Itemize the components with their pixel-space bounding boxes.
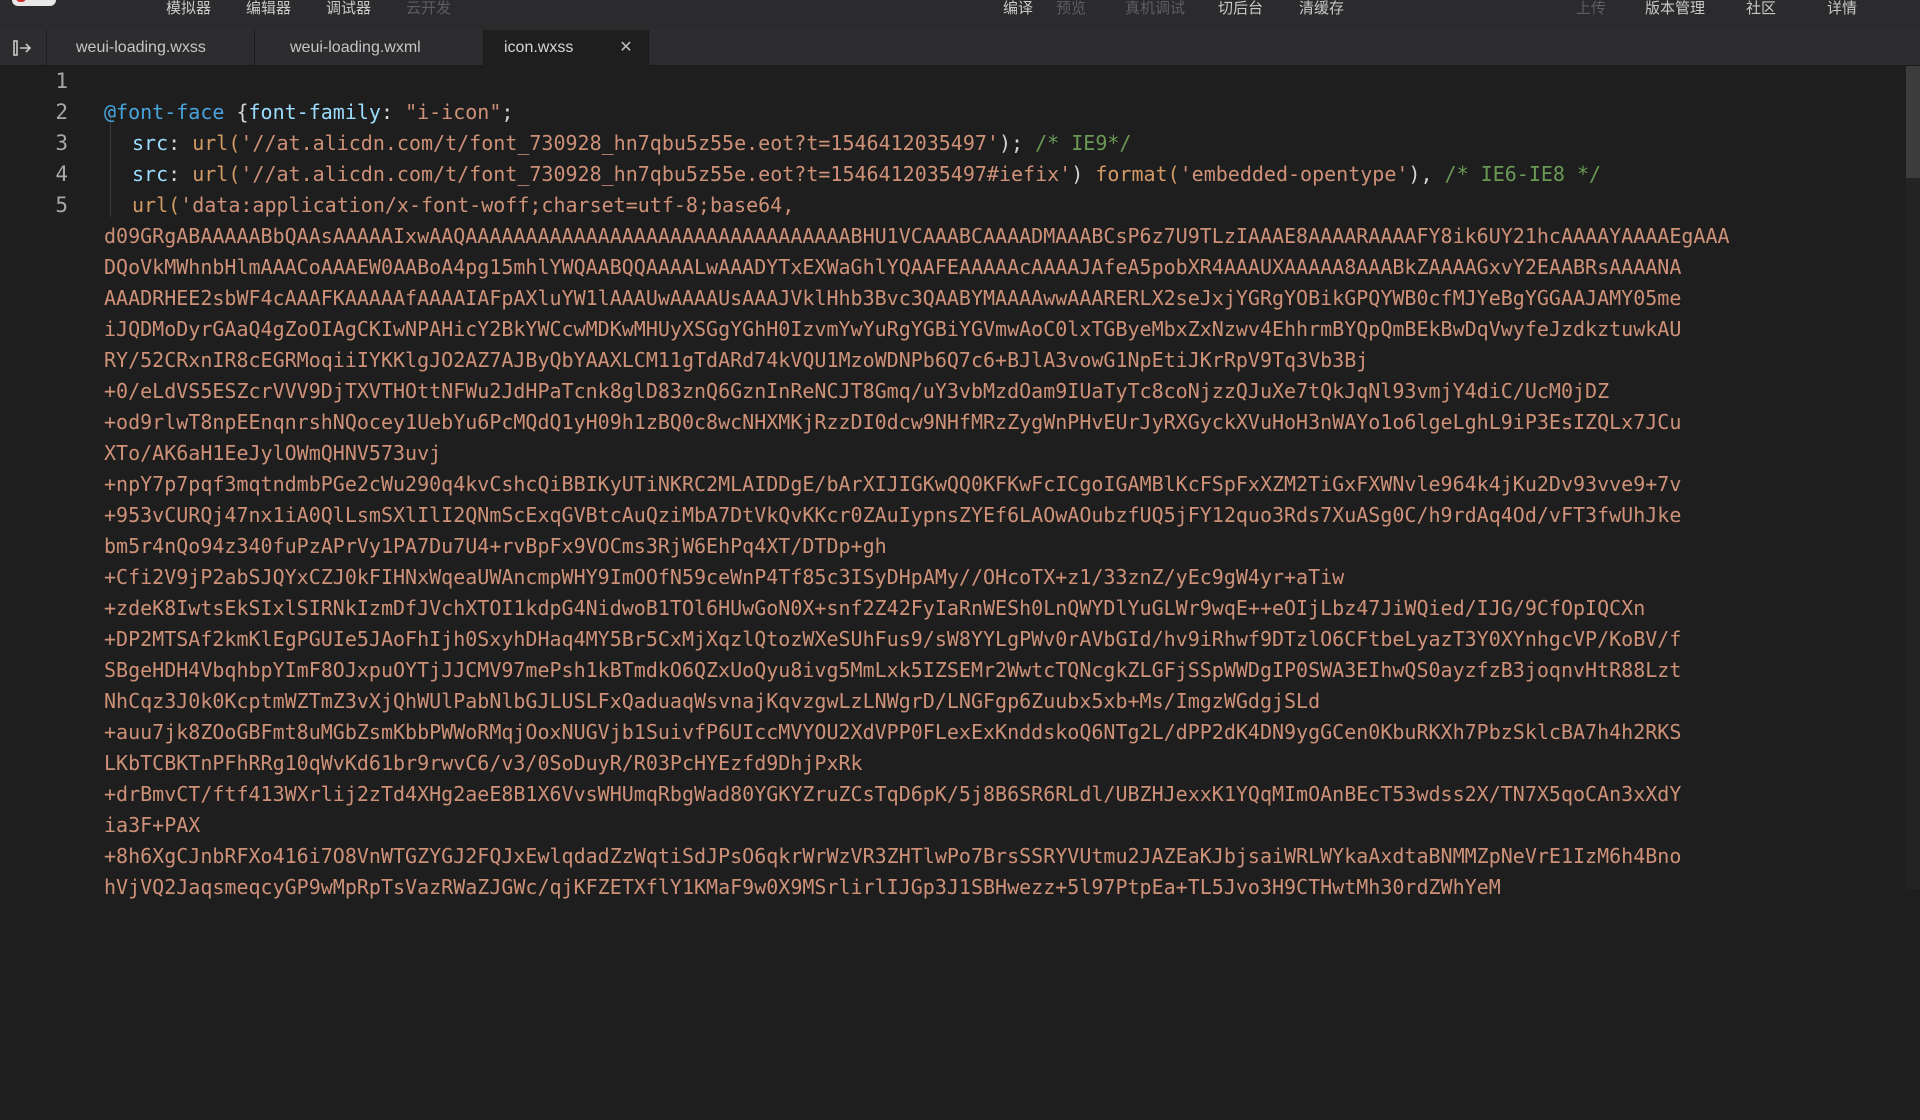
token-function: url( [192,131,241,155]
code-wrap-line: +drBmvCT/ftf413WXrlij2zTd4XHg2aeE8B1X6Vv… [104,782,1682,806]
close-icon: ✕ [619,39,633,56]
toolbar-community-button[interactable]: 社区 [1746,0,1776,18]
toolbar-preview-button[interactable]: 预览 [1056,0,1086,18]
token-colon: : [380,100,406,124]
tab-icon-wxss[interactable]: icon.wxss ✕ [484,30,648,66]
code-wrap-line: d09GRgABAAAAABbQAAsAAAAAIxwAAQAAAAAAAAAA… [104,224,1730,248]
tab-close-button[interactable]: ✕ [616,30,636,65]
code-line-2: @font-face {font-family: "i-icon"; [104,97,513,128]
code-line-4: src: url('//at.alicdn.com/t/font_730928_… [132,159,1601,190]
tab-label: icon.wxss [504,39,574,56]
token-function: url( [132,193,181,217]
toolbar-background-button[interactable]: 切后台 [1218,0,1263,18]
token-property: src [132,162,169,186]
code-content: @font-face {font-family: "i-icon"; src: … [104,66,1894,1120]
code-editor[interactable]: 1 2 3 4 5 @font-face {font-family: "i-ic… [0,66,1920,899]
code-wrap-line: +auu7jk8ZOoGBFmt8uMGbZsmKbbPWWoRMqjOoxNU… [104,720,1682,744]
code-wrap-line: hVjVQ2JaqsmeqcyGP9wMpRpTsVazRWaZJGWc/qjK… [104,875,1501,899]
tab-label: weui-loading.wxss [76,39,206,56]
line-number: 3 [55,131,68,155]
toolbar-device-debug-button[interactable]: 真机调试 [1125,0,1185,18]
token-string: 'embedded-opentype' [1179,162,1409,186]
toolbar-editor-button[interactable]: 编辑器 [246,0,291,18]
code-wrap-line: +953vCURQj47nx1iA0QlLsmSXlIlI2QNmScExqGV… [104,503,1682,527]
line-number: 2 [55,100,68,124]
scrollbar-thumb[interactable] [1906,66,1920,178]
token-string: '//at.alicdn.com/t/font_730928_hn7qbu5z5… [240,131,999,155]
toolbar-compile-button[interactable]: 编译 [1003,0,1033,18]
token-punctuation: ), [1408,162,1445,186]
token-brace: { [224,100,249,124]
token-comment: /* IE9*/ [1035,131,1132,155]
code-wrap-line: +DP2MTSAf2kmKlEgPGUIe5JAoFhIjh0SxyhDHaq4… [104,627,1682,651]
code-wrap-line: bm5r4nQo94z340fuPzAPrVy1PA7Du7U4+rvBpFx9… [104,534,887,558]
line-number: 4 [55,162,68,186]
token-string: 'data:application/x-font-woff;charset=ut… [180,193,795,217]
token-colon: : [168,162,193,186]
vertical-scrollbar[interactable] [1906,66,1920,889]
tab-label: weui-loading.wxml [290,39,421,56]
toolbar-details-button[interactable]: 详情 [1827,0,1857,18]
line-number-gutter: 1 2 3 4 5 [0,66,82,889]
code-wrap-line: +0/eLdVS5ESZcrVVV9DjTXVTHOttNFWu2JdHPaTc… [104,379,1610,403]
token-at-rule: @font-face [104,100,225,124]
token-semicolon: ; [501,100,514,124]
toolbar-version-control-button[interactable]: 版本管理 [1645,0,1705,18]
token-function: format( [1095,162,1180,186]
code-wrap-line: XTo/AK6aH1EeJylOWmQHNV573uvj [104,441,442,465]
tab-weui-loading-wxml[interactable]: weui-loading.wxml [255,30,483,65]
code-wrap-line: +npY7p7pqf3mqtndmbPGe2cWu290q4kvCshcQiBB… [104,472,1682,496]
toolbar-simulator-button[interactable]: 模拟器 [166,0,211,18]
token-function: url( [192,162,241,186]
toggle-file-panel-button[interactable] [0,30,47,65]
editor-tab-bar: weui-loading.wxss weui-loading.wxml icon… [0,30,1920,66]
tab-divider [648,30,649,65]
code-wrap-line: AAADRHEE2sbWF4cAAAFKAAAAAfAAAAIAFpAXluYW… [104,286,1682,310]
code-wrap-line: LKbTCBKTnPFhRRg10qWvKd61br9rwvC6/v3/0SoD… [104,751,863,775]
line-number: 1 [55,69,68,93]
token-punctuation: ) [1071,162,1096,186]
token-colon: : [168,131,193,155]
toolbar-debugger-button[interactable]: 调试器 [326,0,371,18]
top-toolbar: 模拟器 编辑器 调试器 云开发 编译 预览 真机调试 切后台 清缓存 上传 版本… [0,0,1920,31]
code-wrap-line: RY/52CRxnIR8cEGRMoqiiIYKKlgJO2AZ7AJByQbY… [104,348,1369,372]
code-wrap-line: +Cfi2V9jP2abSJQYxCZJ0kFIHNxWqeaUWAncmpWH… [104,565,1345,589]
code-line-3: src: url('//at.alicdn.com/t/font_730928_… [132,128,1131,159]
code-wrap-line: +od9rlwT8npEEnqnrshNQocey1UebYu6PcMQdQ1y… [104,410,1682,434]
tab-weui-loading-wxss[interactable]: weui-loading.wxss [46,30,254,65]
token-string: "i-icon" [405,100,502,124]
panel-toggle-icon [13,39,32,56]
token-comment: /* IE6-IE8 */ [1444,162,1602,186]
toolbar-cloud-dev-button[interactable]: 云开发 [406,0,451,18]
token-punctuation: ); [998,131,1036,155]
code-wrap-line: iJQDMoDyrGAaQ4gZoOIAgCKIwNPAHicY2BkYWCcw… [104,317,1682,341]
token-property: src [132,131,169,155]
code-wrap-line: +8h6XgCJnbRFXo416i7O8VnWTGZYGJ2FQJxEwlqd… [104,844,1682,868]
token-string: '//at.alicdn.com/t/font_730928_hn7qbu5z5… [240,162,1072,186]
line-number: 5 [55,193,68,217]
code-wrap-line: NhCqz3J0k0KcptmWZTmZ3vXjQhWUlPabNlbGJLUS… [104,689,1321,713]
code-wrap-line: ia3F+PAX [104,813,201,837]
code-line-5: url('data:application/x-font-woff;charse… [132,190,794,221]
toolbar-clear-cache-button[interactable]: 清缓存 [1299,0,1344,18]
code-wrap-line: SBgeHDH4VbqhbpYImF8OJxpuOYTjJJCMV97mePsh… [104,658,1682,682]
code-wrap-line: +zdeK8IwtsEkSIxlSIRNkIzmDfJVchXTOI1kdpG4… [104,596,1646,620]
toolbar-upload-button[interactable]: 上传 [1576,0,1606,18]
token-property: font-family [248,100,381,124]
code-wrap-line: DQoVkMWhnbHlmAAACoAAAEW0AABoA4pg15mhlYWQ… [104,255,1682,279]
